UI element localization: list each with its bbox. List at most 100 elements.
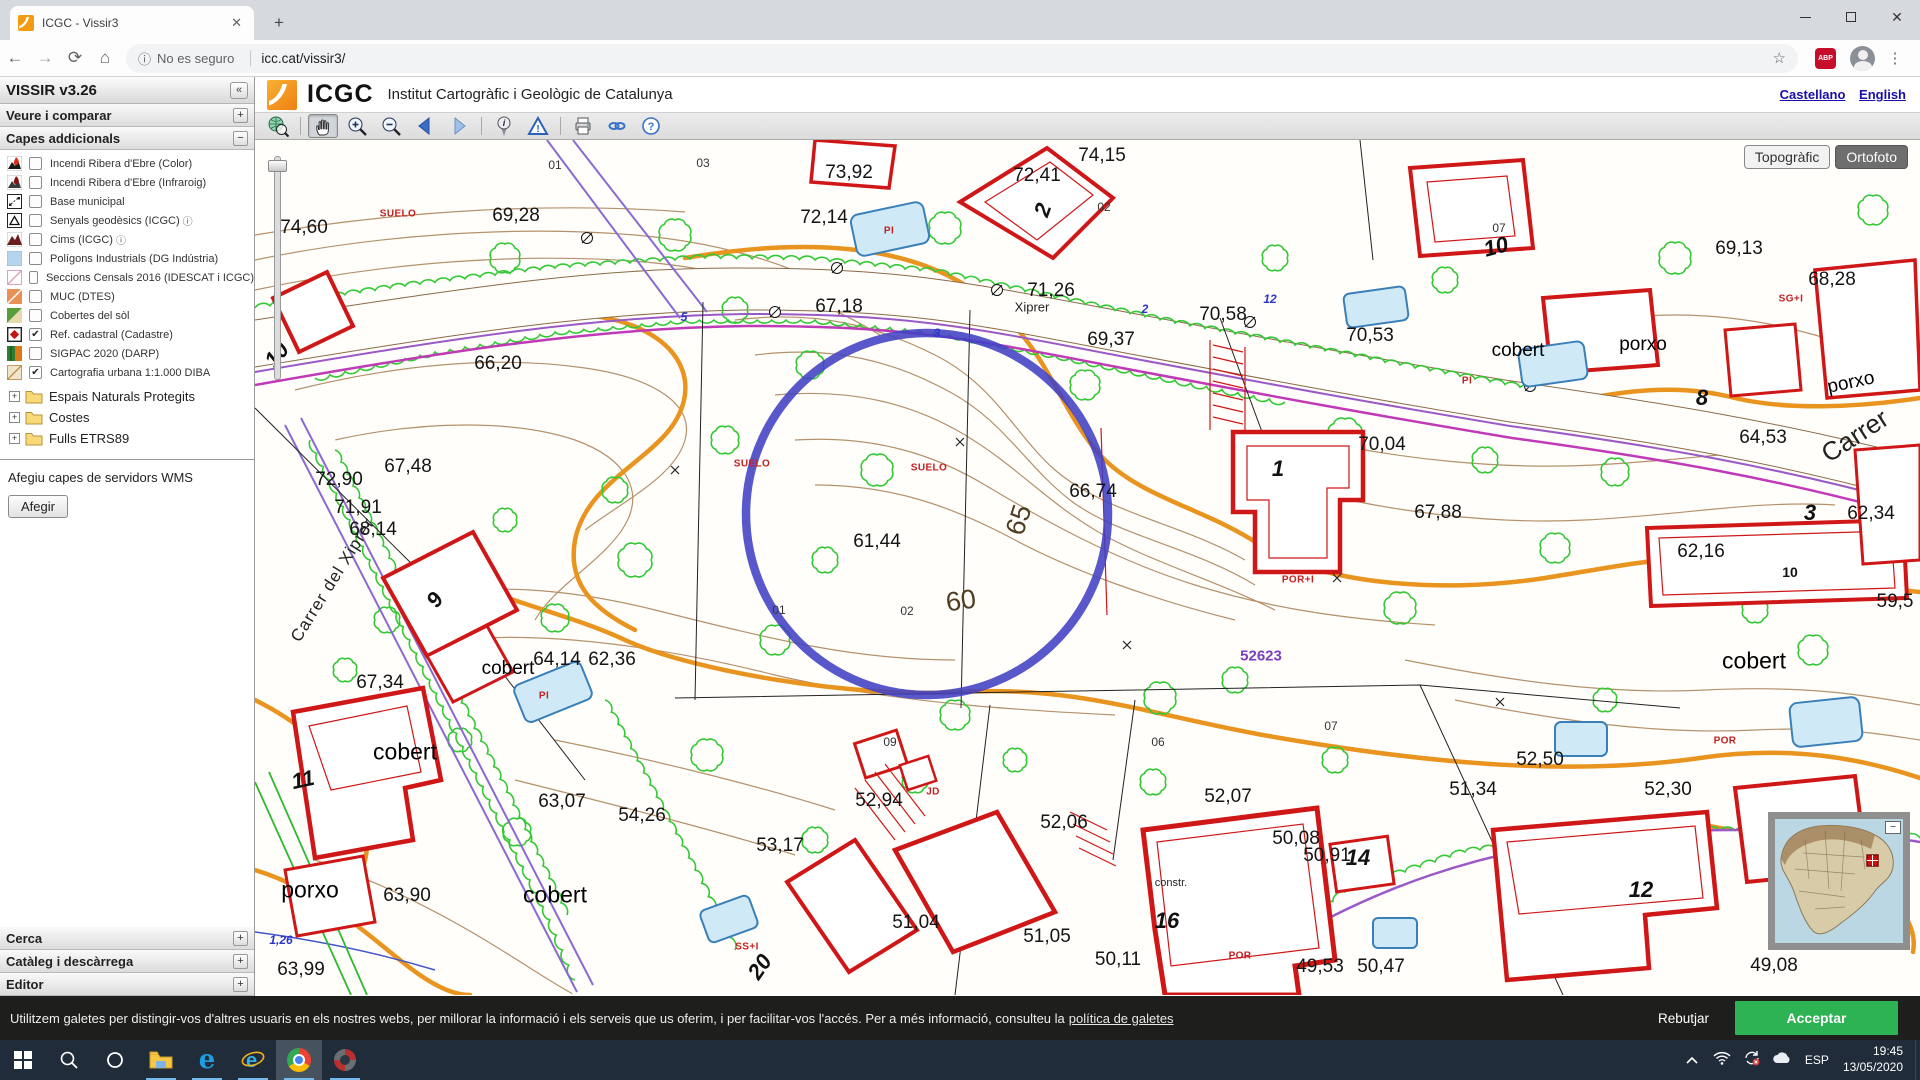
reload-icon[interactable]: ⟳ xyxy=(60,48,90,68)
info-icon[interactable]: ⓘ xyxy=(138,49,151,68)
layer-row[interactable]: MUC (DTES) xyxy=(0,287,254,306)
forward-icon[interactable]: → xyxy=(30,48,60,68)
internet-explorer-button[interactable]: e xyxy=(230,1040,276,1080)
accordion-header[interactable]: Editor+ xyxy=(0,973,254,996)
slider-handle[interactable] xyxy=(268,160,287,172)
layer-checkbox[interactable] xyxy=(29,157,42,170)
wifi-icon[interactable] xyxy=(1707,1051,1737,1070)
layer-checkbox[interactable]: ✔ xyxy=(29,328,42,341)
folder-row[interactable]: +Fulls ETRS89 xyxy=(0,428,254,449)
app-button[interactable] xyxy=(322,1040,368,1080)
onedrive-cloud-icon[interactable] xyxy=(1767,1051,1797,1069)
layer-checkbox[interactable] xyxy=(29,347,42,360)
layer-row[interactable]: Incendi Ribera d'Ebre (Infraroig) xyxy=(0,173,254,192)
layer-checkbox[interactable] xyxy=(29,233,42,246)
accordion-toggle-button[interactable]: + xyxy=(233,931,248,946)
overview-collapse-button[interactable]: − xyxy=(1885,821,1901,834)
profile-avatar[interactable] xyxy=(1850,46,1875,71)
accordion-toggle-button[interactable]: + xyxy=(233,108,248,123)
edge-button[interactable]: e xyxy=(184,1040,230,1080)
layer-checkbox[interactable]: ✔ xyxy=(29,366,42,379)
pan-tool-button[interactable] xyxy=(308,114,338,138)
info-icon[interactable]: ⓘ xyxy=(183,213,193,228)
tray-chevron-icon[interactable] xyxy=(1677,1051,1707,1069)
bookmark-star-icon[interactable]: ☆ xyxy=(1773,49,1786,67)
window-minimize-button[interactable] xyxy=(1782,0,1828,34)
add-wms-button[interactable]: Afegir xyxy=(8,495,68,518)
window-maximize-button[interactable] xyxy=(1828,0,1874,34)
folder-row[interactable]: +Costes xyxy=(0,407,254,428)
layer-row[interactable]: ✔Ref. cadastral (Cadastre) xyxy=(0,325,254,344)
layer-row[interactable]: ✔Cartografia urbana 1:1.000 DIBA xyxy=(0,363,254,382)
layer-row[interactable]: Base municipal xyxy=(0,192,254,211)
browser-menu-icon[interactable]: ⋮ xyxy=(1886,49,1904,67)
reject-cookies-button[interactable]: Rebutjar xyxy=(1658,1011,1709,1026)
layer-row[interactable]: Cobertes del sòl xyxy=(0,306,254,325)
folder-row[interactable]: +Espais Naturals Protegits xyxy=(0,386,254,407)
home-icon[interactable]: ⌂ xyxy=(90,48,120,68)
tab-close-icon[interactable]: ✕ xyxy=(227,15,246,31)
cookie-policy-link[interactable]: política de galetes xyxy=(1069,1011,1174,1026)
zoom-in-button[interactable] xyxy=(342,114,372,138)
lang-castellano-link[interactable]: Castellano xyxy=(1780,87,1846,102)
taskbar-clock[interactable]: 19:45 13/05/2020 xyxy=(1843,1044,1903,1075)
overview-map[interactable]: − xyxy=(1768,812,1910,950)
layer-row[interactable]: Polígons Industrials (DG Indústria) xyxy=(0,249,254,268)
layer-row[interactable]: Cims (ICGC)ⓘ xyxy=(0,230,254,249)
sync-error-icon[interactable] xyxy=(1737,1050,1767,1071)
next-view-button[interactable] xyxy=(444,114,474,138)
search-button[interactable] xyxy=(46,1040,92,1080)
layer-label: SIGPAC 2020 (DARP) xyxy=(50,348,159,360)
identify-tool-button[interactable]: i xyxy=(489,114,519,138)
info-icon[interactable]: ⓘ xyxy=(116,232,126,247)
layer-checkbox[interactable] xyxy=(29,309,42,322)
file-explorer-button[interactable] xyxy=(138,1040,184,1080)
chrome-button[interactable] xyxy=(276,1040,322,1080)
share-link-button[interactable] xyxy=(602,114,632,138)
accordion-toggle-button[interactable]: − xyxy=(233,131,248,146)
layer-checkbox[interactable] xyxy=(29,214,42,227)
sidebar-collapse-button[interactable]: « xyxy=(230,82,248,99)
orthophoto-button[interactable]: Ortofoto xyxy=(1835,145,1908,169)
accordion-toggle-button[interactable]: + xyxy=(233,954,248,969)
print-button[interactable] xyxy=(568,114,598,138)
expand-icon[interactable]: + xyxy=(9,412,20,423)
expand-icon[interactable]: + xyxy=(9,391,20,402)
layer-checkbox[interactable] xyxy=(29,271,38,284)
show-desktop-button[interactable] xyxy=(1915,1040,1920,1080)
accordion-header[interactable]: Capes addicionals− xyxy=(0,127,254,150)
accordion-header[interactable]: Cerca+ xyxy=(0,927,254,950)
report-error-button[interactable]: ! xyxy=(523,114,553,138)
browser-tab[interactable]: ICGC - Vissir3 ✕ xyxy=(10,6,254,40)
new-tab-button[interactable]: + xyxy=(266,10,292,36)
zoom-out-button[interactable] xyxy=(376,114,406,138)
layer-row[interactable]: Seccions Censals 2016 (IDESCAT i ICGC) xyxy=(0,268,254,287)
layer-row[interactable]: SIGPAC 2020 (DARP) xyxy=(0,344,254,363)
cortana-button[interactable] xyxy=(92,1040,138,1080)
lang-english-link[interactable]: English xyxy=(1859,87,1906,102)
back-icon[interactable]: ← xyxy=(0,48,30,68)
layer-checkbox[interactable] xyxy=(29,176,42,189)
layer-checkbox[interactable] xyxy=(29,195,42,208)
accept-cookies-button[interactable]: Acceptar xyxy=(1735,1001,1898,1035)
url-input[interactable]: ⓘ No es seguro icc.cat/vissir3/ ☆ xyxy=(126,44,1798,73)
adblock-extension-icon[interactable]: ABP xyxy=(1815,48,1836,69)
map-canvas[interactable]: 74,1573,9272,4172,1474,6069,2867,1871,26… xyxy=(255,140,1920,995)
accordion-header[interactable]: Veure i comparar+ xyxy=(0,104,254,127)
keyboard-language[interactable]: ESP xyxy=(1805,1053,1829,1067)
accordion-toggle-button[interactable]: + xyxy=(233,977,248,992)
zoom-extent-button[interactable] xyxy=(263,114,293,138)
layer-checkbox[interactable] xyxy=(29,290,42,303)
expand-icon[interactable]: + xyxy=(9,433,20,444)
map-zoom-slider[interactable] xyxy=(271,156,284,380)
previous-view-button[interactable] xyxy=(410,114,440,138)
layer-row[interactable]: Senyals geodèsics (ICGC)ⓘ xyxy=(0,211,254,230)
layer-row[interactable]: Incendi Ribera d'Ebre (Color) xyxy=(0,154,254,173)
topographic-button[interactable]: Topogràfic xyxy=(1744,145,1831,169)
help-button[interactable]: ? xyxy=(636,114,666,138)
slider-track[interactable] xyxy=(274,156,281,380)
layer-checkbox[interactable] xyxy=(29,252,42,265)
window-close-button[interactable]: ✕ xyxy=(1874,0,1920,34)
accordion-header[interactable]: Catàleg i descàrrega+ xyxy=(0,950,254,973)
start-button[interactable] xyxy=(0,1040,46,1080)
